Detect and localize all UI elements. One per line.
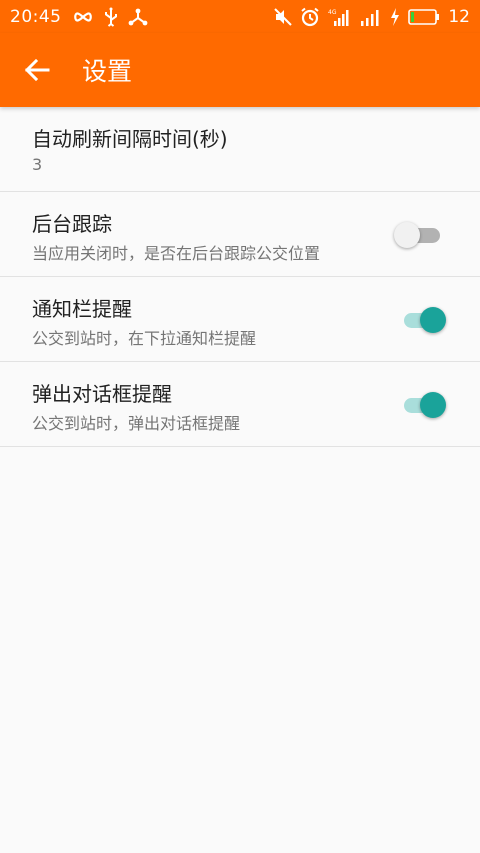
status-right: 4G 12 (274, 7, 470, 27)
signal-icon (360, 8, 382, 26)
alarm-icon (300, 7, 320, 27)
setting-title: 自动刷新间隔时间(秒) (32, 127, 228, 151)
status-left: 20:45 (10, 7, 148, 27)
setting-title: 通知栏提醒 (32, 297, 132, 321)
setting-title: 后台跟踪 (32, 212, 112, 236)
setting-notification-reminder[interactable]: 通知栏提醒 公交到站时，在下拉通知栏提醒 (0, 277, 480, 362)
setting-background-tracking[interactable]: 后台跟踪 当应用关闭时，是否在后台跟踪公交位置 (0, 192, 480, 277)
setting-dialog-reminder[interactable]: 弹出对话框提醒 公交到站时，弹出对话框提醒 (0, 362, 480, 447)
setting-refresh-interval[interactable]: 自动刷新间隔时间(秒) 3 (0, 107, 480, 192)
switch-thumb (420, 307, 446, 333)
battery-level: 12 (448, 6, 470, 27)
setting-value: 3 (32, 155, 43, 174)
battery-icon (408, 8, 440, 25)
dialog-reminder-switch[interactable] (400, 391, 446, 419)
signal-4g-icon: 4G (328, 8, 352, 26)
mute-icon (274, 7, 293, 26)
switch-thumb (394, 222, 420, 248)
setting-subtitle: 公交到站时，弹出对话框提醒 (32, 414, 241, 433)
svg-text:4G: 4G (328, 9, 337, 16)
infinity-icon (72, 10, 94, 24)
switch-thumb (420, 392, 446, 418)
setting-subtitle: 公交到站时，在下拉通知栏提醒 (32, 329, 257, 348)
settings-list: 自动刷新间隔时间(秒) 3 后台跟踪 当应用关闭时，是否在后台跟踪公交位置 通知… (0, 107, 480, 447)
back-button[interactable] (0, 33, 74, 107)
charging-icon (390, 7, 400, 26)
arrow-left-icon (24, 57, 50, 83)
setting-subtitle: 当应用关闭时，是否在后台跟踪公交位置 (32, 244, 321, 263)
setting-title: 弹出对话框提醒 (32, 382, 172, 406)
share-icon (128, 8, 148, 26)
app-bar: 设置 (0, 33, 480, 107)
usb-icon (104, 7, 118, 27)
status-bar: 20:45 4G 12 (0, 0, 480, 33)
status-time: 20:45 (10, 6, 62, 27)
notification-reminder-switch[interactable] (400, 306, 446, 334)
background-tracking-switch[interactable] (394, 221, 446, 249)
page-title: 设置 (82, 57, 133, 86)
